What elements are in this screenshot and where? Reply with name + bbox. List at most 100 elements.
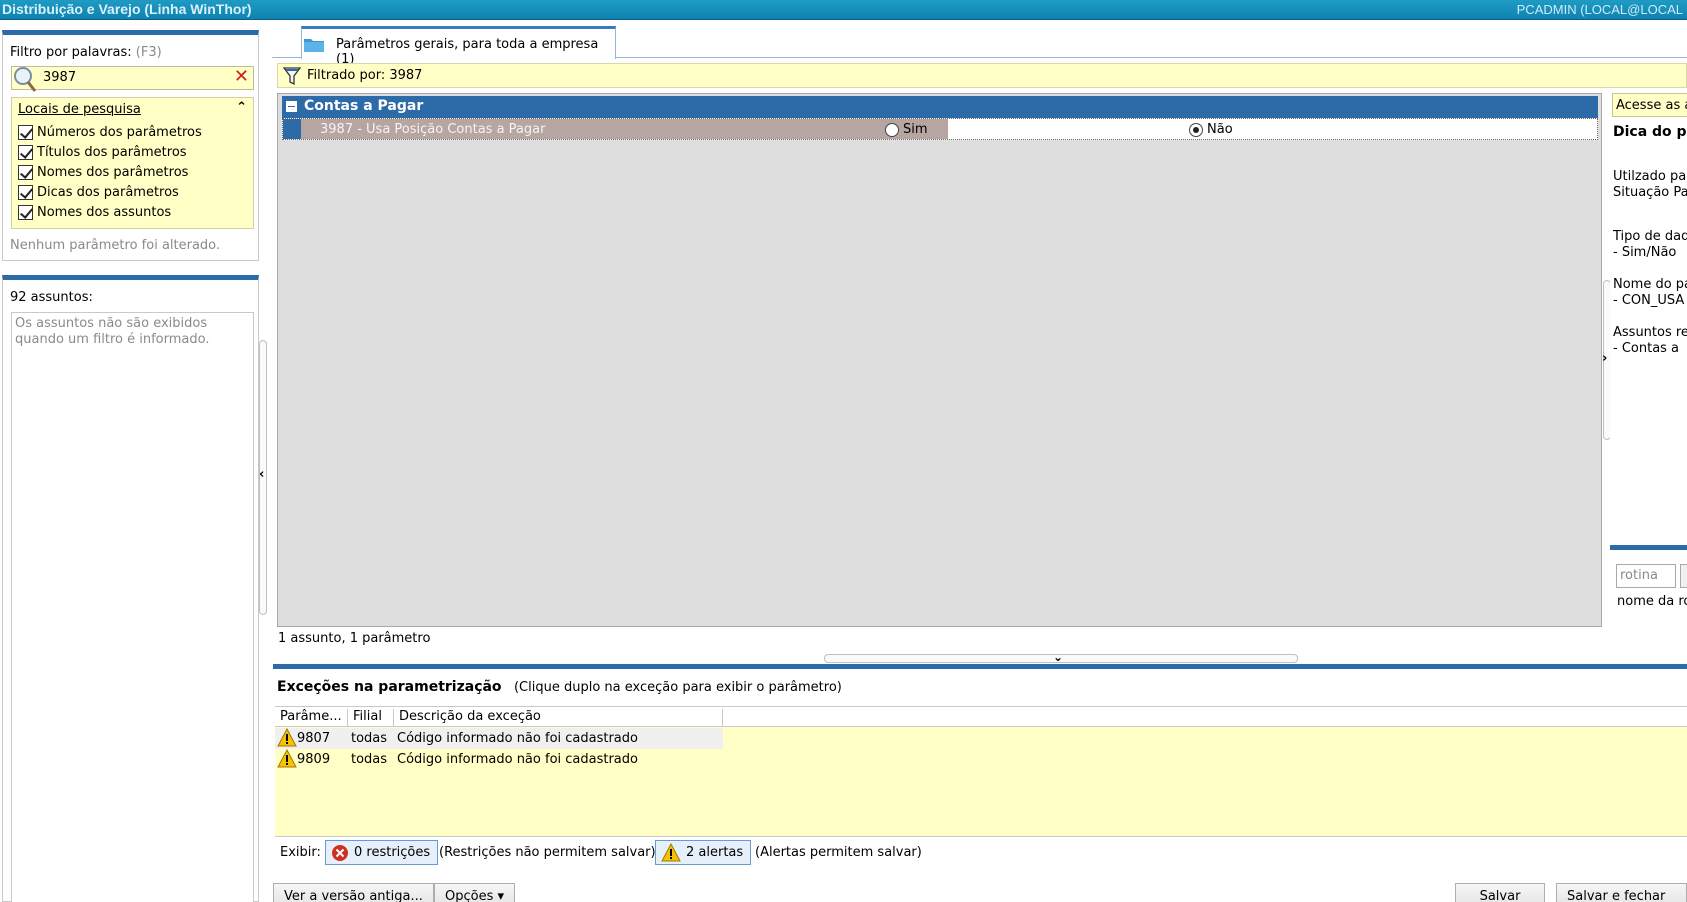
user-label: PCADMIN (LOCAL@LOCAL — [1516, 2, 1683, 17]
alerts-note: (Alertas permitem salvar) — [755, 845, 922, 860]
checkbox-icon — [18, 124, 33, 140]
table-header: Parâme... Filial Descrição da exceção — [275, 707, 1687, 727]
checkbox-subject-names[interactable]: Nomes dos assuntos — [18, 203, 171, 221]
alerts-toggle[interactable]: 2 alertas — [655, 840, 752, 865]
exceptions-table: Parâme... Filial Descrição da exceção 98… — [275, 706, 1687, 837]
subjects-title: 92 assuntos: — [10, 290, 93, 305]
exceptions-title: Exceções na parametrização (Clique duplo… — [277, 679, 842, 695]
options-button[interactable]: Opções ▾ — [434, 883, 516, 902]
parameter-name-cell[interactable]: 3987 - Usa Posição Contas a Pagar — [301, 119, 948, 139]
routine-input[interactable]: rotina — [1616, 564, 1676, 588]
restrictions-label: 0 restrições — [354, 845, 431, 860]
subjects-panel: 92 assuntos: Os assuntos não são exibido… — [2, 275, 259, 902]
restrictions-note: (Restrições não permitem salvar) — [439, 845, 656, 860]
show-bar: Exibir: 0 restrições (Restrições não per… — [273, 837, 1687, 870]
subjects-message: Os assuntos não são exibidos quando um f… — [15, 316, 210, 347]
alerts-label: 2 alertas — [686, 845, 744, 860]
cell-filial: todas — [351, 752, 388, 767]
error-icon — [332, 844, 348, 861]
radio-nao-label: Não — [1207, 122, 1233, 137]
parameter-name: 3987 - Usa Posição Contas a Pagar — [320, 122, 546, 137]
collapse-icon[interactable]: ⌃ — [236, 100, 247, 115]
title-bar: Distribuição e Varejo (Linha WinThor) PC… — [0, 0, 1687, 20]
group-header[interactable]: Contas a Pagar — [282, 96, 1598, 118]
left-splitter[interactable]: ‹ — [259, 340, 267, 615]
change-status: Nenhum parâmetro foi alterado. — [10, 238, 221, 253]
app-title: Distribuição e Varejo (Linha WinThor) — [2, 1, 252, 17]
filter-indicator: Filtrado por: 3987 — [277, 63, 1687, 88]
old-version-button[interactable]: Ver a versão antiga... — [273, 883, 434, 902]
funnel-icon — [283, 67, 301, 86]
table-row[interactable]: 9807 todas Código informado não foi cada… — [275, 728, 723, 749]
filter-label-text: Filtro por palavras: — [10, 45, 132, 60]
warning-icon — [661, 843, 681, 862]
search-icon — [14, 67, 37, 92]
hint-line: - CON_USA — [1613, 293, 1685, 308]
routine-button[interactable] — [1680, 564, 1687, 588]
checkbox-param-titles[interactable]: Títulos dos parâmetros — [18, 143, 187, 161]
chevron-left-icon: ‹ — [259, 467, 265, 482]
show-label: Exibir: — [280, 845, 321, 860]
checkbox-label: Dicas dos parâmetros — [37, 184, 179, 200]
search-value: 3987 — [43, 70, 77, 85]
folder-icon — [304, 39, 324, 52]
checkbox-label: Títulos dos parâmetros — [37, 144, 187, 160]
exceptions-heading: Exceções na parametrização — [277, 679, 502, 695]
table-row[interactable]: 9809 todas Código informado não foi cada… — [275, 749, 723, 770]
cell-description: Código informado não foi cadastrado — [397, 752, 638, 767]
exceptions-subtitle: (Clique duplo na exceção para exibir o p… — [513, 680, 842, 695]
hint-access-link[interactable]: Acesse as al — [1612, 93, 1687, 117]
search-locations-title: Locais de pesquisa — [18, 102, 141, 117]
hint-line: - Sim/Não — [1613, 245, 1677, 260]
cell-filial: todas — [351, 731, 388, 746]
routine-label: nome da ro — [1617, 594, 1687, 609]
group-title: Contas a Pagar — [304, 98, 424, 114]
search-input[interactable]: 3987 ✕ — [11, 66, 254, 92]
routine-search: rotina nome da ro — [1610, 545, 1687, 625]
hint-line: - Contas a — [1613, 341, 1680, 356]
column-header-filial[interactable]: Filial — [348, 709, 394, 727]
hint-line: Assuntos rel — [1613, 325, 1687, 340]
cell-description: Código informado não foi cadastrado — [397, 731, 638, 746]
checkbox-label: Nomes dos assuntos — [37, 204, 172, 220]
cell-param: 9809 — [297, 752, 331, 767]
warning-icon — [277, 728, 297, 747]
restrictions-toggle[interactable]: 0 restrições — [325, 840, 439, 865]
checkbox-icon — [18, 164, 33, 180]
checkbox-param-numbers[interactable]: Números dos parâmetros — [18, 123, 202, 141]
column-header-description[interactable]: Descrição da exceção — [394, 709, 723, 727]
checkbox-param-names[interactable]: Nomes dos parâmetros — [18, 163, 188, 181]
radio-selected-icon — [1189, 122, 1203, 137]
filter-shortcut: (F3) — [135, 45, 162, 60]
filter-panel: Filtro por palavras: (F3) 3987 ✕ Locais … — [2, 30, 259, 261]
parameter-row[interactable]: 3987 - Usa Posição Contas a Pagar Sim Nã… — [282, 118, 1598, 140]
checkbox-label: Números dos parâmetros — [37, 124, 202, 140]
chevron-down-icon: ⌄ — [1053, 650, 1064, 664]
checkbox-icon — [18, 204, 33, 220]
row-indicator — [283, 119, 301, 139]
search-locations: Locais de pesquisa ⌃ Números dos parâmet… — [11, 97, 254, 229]
warning-icon — [277, 749, 297, 768]
horizontal-splitter[interactable]: ⌄ — [824, 650, 1298, 664]
checkbox-icon — [18, 144, 33, 160]
hint-title: Dica do pa — [1613, 124, 1687, 140]
hint-line: Nome do par — [1613, 277, 1687, 292]
result-count: 1 assunto, 1 parâmetro — [278, 631, 431, 646]
radio-unselected-icon — [885, 122, 899, 137]
radio-sim[interactable]: Sim — [885, 122, 928, 137]
collapse-group-icon[interactable] — [286, 101, 297, 112]
save-close-button[interactable]: Salvar e fechar — [1556, 883, 1687, 902]
subjects-list[interactable]: Os assuntos não são exibidos quando um f… — [11, 312, 254, 902]
hint-line: Tipo de dado — [1613, 229, 1687, 244]
clear-search-icon[interactable]: ✕ — [234, 66, 249, 87]
checkbox-param-hints[interactable]: Dicas dos parâmetros — [18, 183, 179, 201]
save-button[interactable]: Salvar — [1455, 883, 1545, 902]
hint-line: Utilzado par — [1613, 169, 1687, 184]
radio-nao[interactable]: Não — [1189, 122, 1233, 137]
tab-bar: Parâmetros gerais, para toda a empresa (… — [272, 26, 1687, 67]
checkbox-label: Nomes dos parâmetros — [37, 164, 189, 180]
filter-label: Filtro por palavras: (F3) — [10, 45, 162, 60]
filter-indicator-text: Filtrado por: 3987 — [307, 68, 423, 83]
column-header-param[interactable]: Parâme... — [275, 709, 348, 727]
tab-general-params[interactable]: Parâmetros gerais, para toda a empresa (… — [301, 26, 616, 67]
